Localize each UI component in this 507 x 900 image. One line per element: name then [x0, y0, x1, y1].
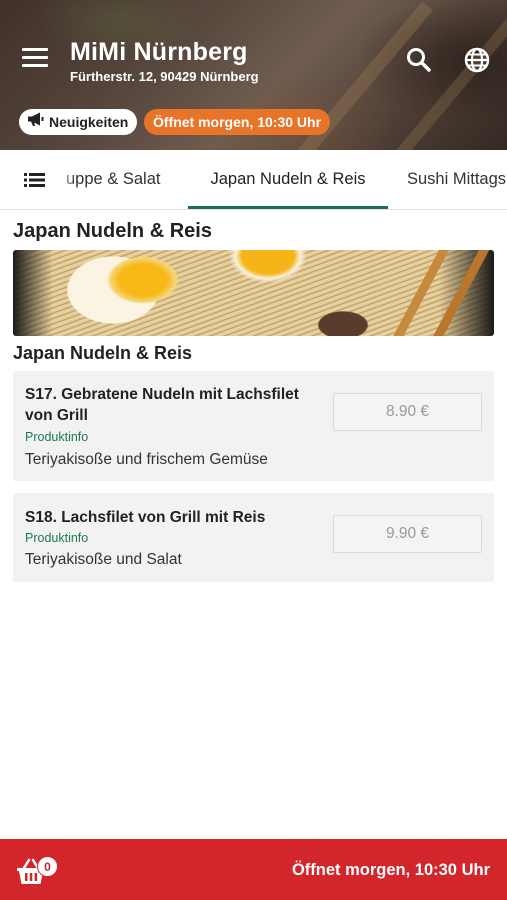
- menu-item-name: S18. Lachsfilet von Grill mit Reis: [25, 509, 266, 526]
- category-list-icon[interactable]: [22, 170, 48, 190]
- price-button[interactable]: 8.90 €: [333, 393, 482, 431]
- hamburger-menu-icon[interactable]: [22, 48, 48, 70]
- basket-bar[interactable]: Öffnet morgen, 10:30 Uhr: [0, 839, 507, 900]
- subsection-title: Japan Nudeln & Reis: [13, 343, 193, 363]
- tab-japan-nudeln-reis[interactable]: Japan Nudeln & Reis: [188, 150, 388, 209]
- news-button[interactable]: Neuigkeiten: [19, 109, 138, 135]
- menu-item-description: Teriyakisoße und frischem Gemüse: [25, 451, 268, 468]
- megaphone-icon: [27, 109, 45, 135]
- tab-sushi-mittags[interactable]: Sushi Mittags: [407, 150, 506, 208]
- bottom-opening-status: Öffnet morgen, 10:30 Uhr: [291, 861, 490, 879]
- category-banner-image: [13, 250, 494, 336]
- banner-shadow-left: [13, 250, 53, 336]
- section-title: Japan Nudeln & Reis: [13, 220, 212, 242]
- price-button[interactable]: 9.90 €: [333, 515, 482, 553]
- basket-count-badge: 0: [37, 856, 58, 877]
- restaurant-address: Fürtherstr. 12, 90429 Nürnberg: [70, 69, 259, 84]
- restaurant-header: MiMi Nürnberg Fürtherstr. 12, 90429 Nürn…: [0, 0, 507, 150]
- search-icon[interactable]: [403, 44, 435, 76]
- opening-status-badge: Öffnet morgen, 10:30 Uhr: [144, 109, 331, 135]
- menu-item-card[interactable]: S17. Gebratene Nudeln mit Lachsfilet von…: [13, 371, 494, 481]
- menu-item-description: Teriyakisoße und Salat: [25, 551, 182, 568]
- product-info-link[interactable]: Produktinfo: [25, 430, 88, 444]
- product-info-link[interactable]: Produktinfo: [25, 531, 88, 545]
- menu-item-card[interactable]: S18. Lachsfilet von Grill mit Reis Produ…: [13, 493, 494, 582]
- tab-suppe-salat[interactable]: uppe & Salat: [66, 150, 161, 208]
- category-tabs: uppe & Salat Japan Nudeln & Reis Sushi M…: [0, 150, 507, 210]
- menu-item-name: S17. Gebratene Nudeln mit Lachsfilet von…: [25, 386, 299, 424]
- tab-scroll-fade: [54, 150, 76, 208]
- restaurant-title: MiMi Nürnberg: [70, 38, 248, 66]
- news-label: Neuigkeiten: [49, 114, 129, 130]
- globe-icon[interactable]: [461, 44, 493, 76]
